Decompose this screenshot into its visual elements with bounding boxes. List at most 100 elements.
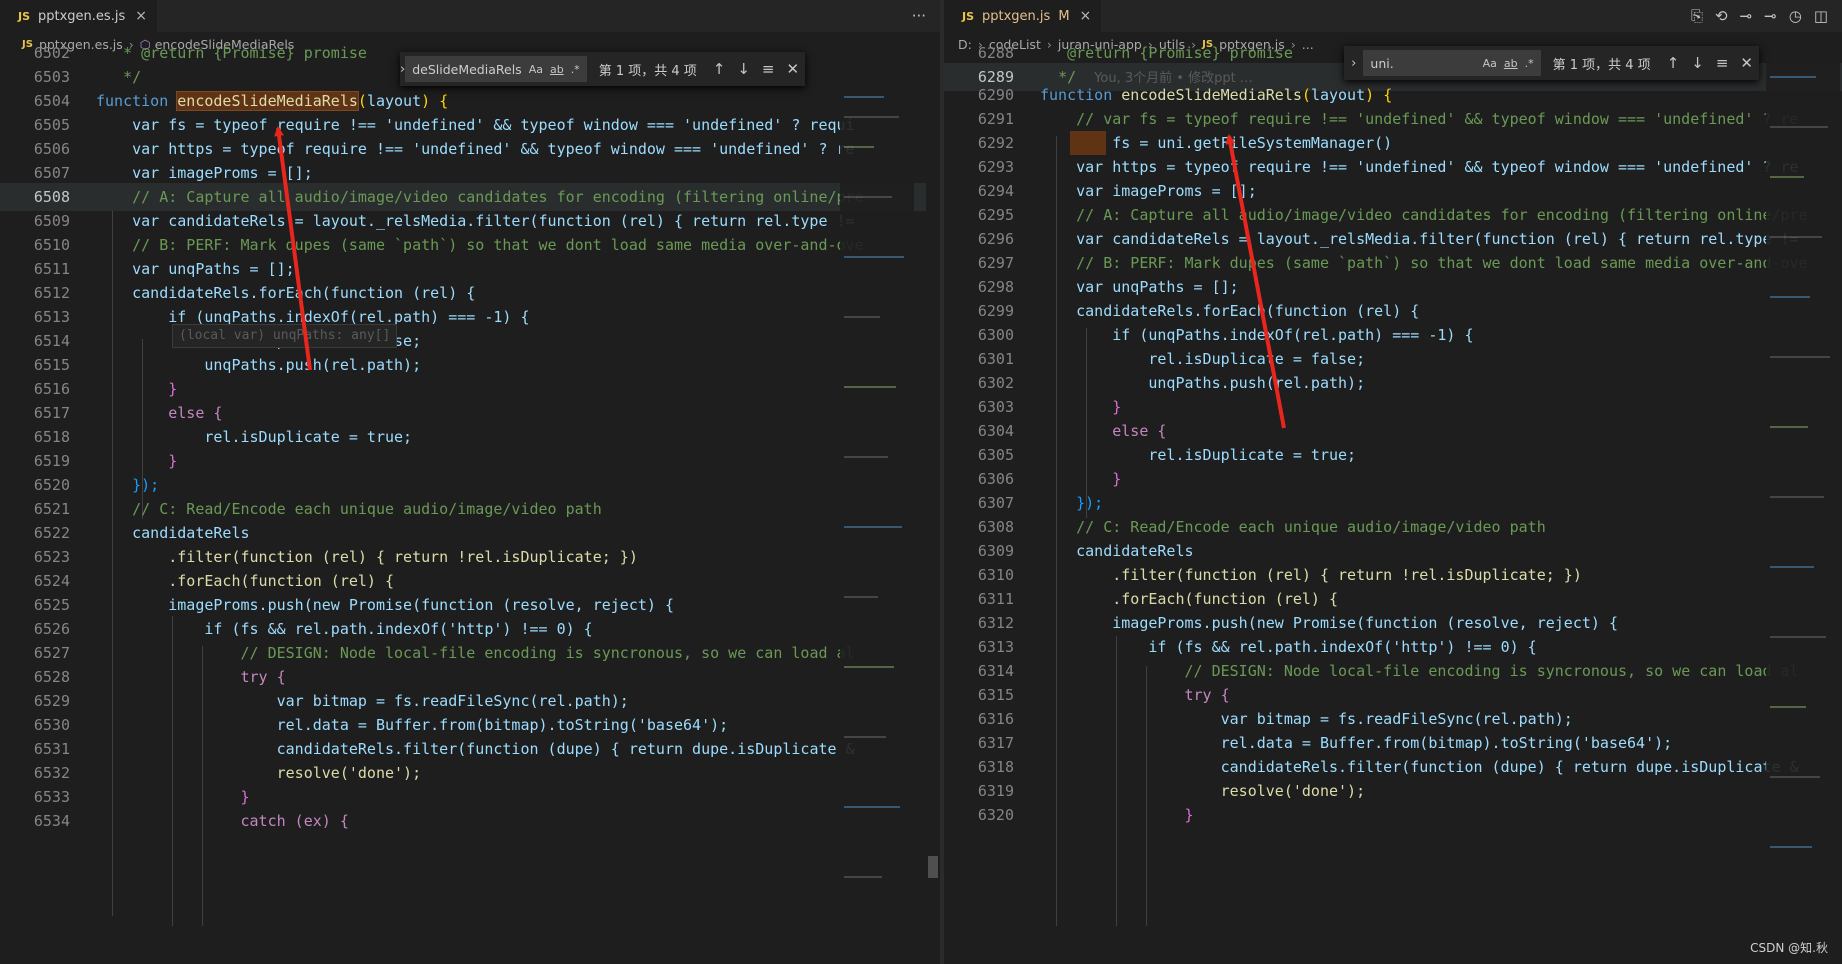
breadcrumb-more[interactable]: ... xyxy=(1302,37,1314,52)
tab-pptxgen-es-js[interactable]: JS pptxgen.es.js × xyxy=(0,0,157,32)
minimap-line xyxy=(1770,176,1804,178)
code-text: if (fs && rel.path.indexOf('http') !== 0… xyxy=(204,620,593,638)
code-text: // DESIGN: Node local-file encoding is s… xyxy=(240,644,855,662)
regex-icon[interactable]: .* xyxy=(1525,57,1534,70)
minimap[interactable] xyxy=(1766,56,1840,964)
code-text: var bitmap = fs.readFileSync(rel.path); xyxy=(276,692,629,710)
code-text: } xyxy=(1184,806,1194,824)
code-text: candidateRels.filter(function (dupe) { r… xyxy=(1220,758,1799,776)
next-match-icon[interactable]: ↓ xyxy=(737,60,750,78)
timeline-icon[interactable]: ◷ xyxy=(1789,7,1802,25)
previous-match-icon[interactable]: ↑ xyxy=(1667,54,1680,72)
close-icon[interactable]: × xyxy=(1080,8,1092,24)
tab-pptxgen-js[interactable]: JS pptxgen.js M × xyxy=(944,0,1102,32)
find-in-selection-icon[interactable]: ≡ xyxy=(762,60,775,78)
open-changes-icon[interactable]: ⎘ xyxy=(1691,7,1703,25)
watermark: CSDN @知.秋 xyxy=(1750,941,1828,955)
find-input[interactable]: uni. Aa ab .* xyxy=(1363,50,1541,76)
editor-pane-left: JS pptxgen.es.js × ··· JS pptxgen.es.js … xyxy=(0,0,940,964)
code-text: // A: Capture all audio/image/video cand… xyxy=(132,188,864,206)
code-editor[interactable]: 6502 * @return {Promise} promise 6503 */… xyxy=(0,44,940,964)
code-text: var fs = typeof require !== 'undefined' … xyxy=(132,116,855,134)
minimap-line xyxy=(1770,126,1828,128)
close-icon[interactable]: ✕ xyxy=(787,60,800,78)
code-text: else { xyxy=(168,404,223,422)
code-text: try { xyxy=(240,668,286,686)
go-back-icon[interactable]: ⟲ xyxy=(1715,7,1728,25)
code-text: var unqPaths = []; xyxy=(1076,278,1239,296)
vertical-scrollbar[interactable] xyxy=(926,56,940,964)
code-text: } xyxy=(168,380,178,398)
scrollbar-thumb[interactable] xyxy=(928,856,938,878)
code-text: rel.data = Buffer.from(bitmap).toString(… xyxy=(1220,734,1673,752)
match-case-icon[interactable]: Aa xyxy=(529,63,543,76)
minimap-line xyxy=(1770,846,1812,848)
next-match-icon[interactable]: ↓ xyxy=(1691,54,1704,72)
code-text: @return {Promise} promise xyxy=(1067,44,1293,62)
chevron-right-icon[interactable]: › xyxy=(1344,56,1363,71)
code-text: rel.isDuplicate = false; xyxy=(1148,350,1366,368)
code-text: var imageProms = []; xyxy=(132,164,313,182)
regex-icon[interactable]: .* xyxy=(571,63,580,76)
minimap-line xyxy=(1770,426,1808,428)
find-widget: › uni. Aa ab .* 第 1 项，共 4 项 ↑ ↓ ≡ ✕ xyxy=(1344,46,1759,80)
code-text: rel.isDuplicate = true; xyxy=(204,428,413,446)
minimap-line xyxy=(1770,776,1820,778)
code-text: // C: Read/Encode each unique audio/imag… xyxy=(1076,518,1546,536)
code-text: // B: PERF: Mark dupes (same `path`) so … xyxy=(1076,254,1808,272)
minimap[interactable] xyxy=(840,56,914,964)
split-editor-icon[interactable]: ◫ xyxy=(1814,7,1828,25)
code-text: // B: PERF: Mark dupes (same `path`) so … xyxy=(132,236,864,254)
code-text: var imageProms = []; xyxy=(1076,182,1257,200)
tab-actions: ⎘ ⟲ ⊸ ⊸ ◷ ◫ xyxy=(1691,0,1828,32)
code-text: candidateRels xyxy=(132,524,250,542)
more-actions-icon[interactable]: ··· xyxy=(912,7,926,25)
code-text: unqPaths.push(rel.path); xyxy=(1148,374,1366,392)
hover-tooltip: (local var) unqPaths: any[] xyxy=(172,324,398,348)
code-text: catch (ex) { xyxy=(240,812,349,830)
tab-label: pptxgen.js xyxy=(982,8,1051,24)
previous-change-icon[interactable]: ⊸ xyxy=(1740,7,1753,25)
find-input-text: deSlideMediaRels xyxy=(412,61,522,77)
minimap-line xyxy=(844,596,878,598)
code-text: encodeSlideMediaRels xyxy=(1121,86,1302,104)
code-text: } xyxy=(1112,398,1122,416)
find-in-selection-icon[interactable]: ≡ xyxy=(1716,54,1729,72)
find-input-text: uni. xyxy=(1370,55,1394,71)
next-change-icon[interactable]: ⊸ xyxy=(1764,7,1777,25)
code-text: */ xyxy=(123,68,142,86)
code-text: .forEach(function (rel) { xyxy=(168,572,395,590)
previous-match-icon[interactable]: ↑ xyxy=(713,60,726,78)
tab-label: pptxgen.es.js xyxy=(38,8,126,24)
close-icon[interactable]: ✕ xyxy=(1740,54,1753,72)
minimap-line xyxy=(844,526,902,528)
minimap-line xyxy=(1770,636,1826,638)
match-case-icon[interactable]: Aa xyxy=(1483,57,1497,70)
code-text: // C: Read/Encode each unique audio/imag… xyxy=(132,500,602,518)
minimap-line xyxy=(1770,496,1824,498)
code-text: // DESIGN: Node local-file encoding is s… xyxy=(1184,662,1799,680)
close-icon[interactable]: × xyxy=(135,8,147,24)
code-text: candidateRels.forEach(function (rel) { xyxy=(1076,302,1420,320)
minimap-line xyxy=(844,96,884,98)
minimap-line xyxy=(844,666,894,668)
minimap-line xyxy=(844,456,888,458)
find-input[interactable]: deSlideMediaRels Aa ab .* xyxy=(405,56,587,82)
code-text: var unqPaths = []; xyxy=(132,260,295,278)
search-match-highlight: var fs = uni.getFileSystemManager() xyxy=(1076,134,1393,152)
code-editor[interactable]: 6288 @return {Promise} promise 6289 */ Y… xyxy=(944,44,1842,964)
code-text: rel.data = Buffer.from(bitmap).toString(… xyxy=(276,716,729,734)
code-text: candidateRels xyxy=(1076,542,1194,560)
code-text: imageProms.push(new Promise(function (re… xyxy=(168,596,674,614)
minimap-line xyxy=(1770,356,1830,358)
minimap-line xyxy=(844,806,900,808)
code-text: resolve('done'); xyxy=(276,764,422,782)
modified-indicator: M xyxy=(1058,8,1070,24)
code-text: try { xyxy=(1184,686,1230,704)
code-line: 6320 } xyxy=(944,801,1194,829)
code-text: unqPaths.push(rel.path); xyxy=(204,356,422,374)
whole-word-icon[interactable]: ab xyxy=(550,63,564,76)
whole-word-icon[interactable]: ab xyxy=(1504,57,1518,70)
tab-actions: ··· xyxy=(912,0,926,32)
js-file-icon: JS xyxy=(18,9,31,23)
